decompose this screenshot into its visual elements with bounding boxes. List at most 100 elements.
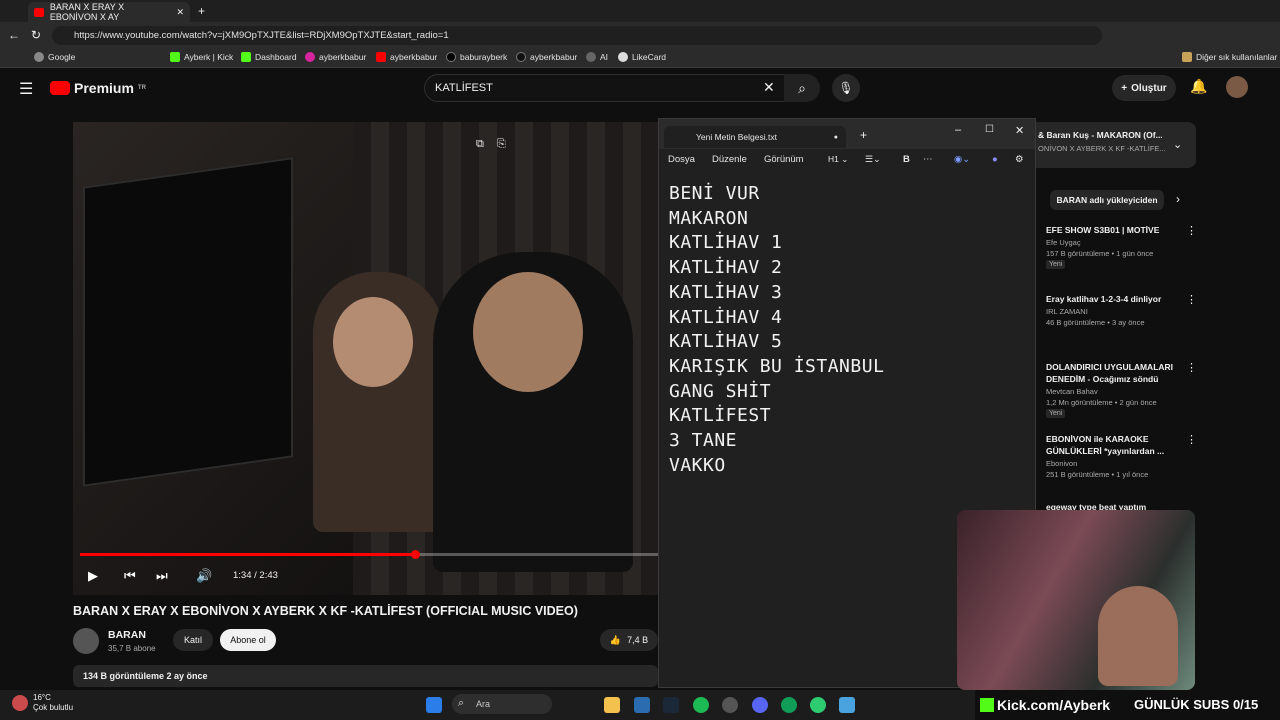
next-icon[interactable]: ⏭: [156, 568, 168, 584]
bookmark-item[interactable]: ayberkbabur: [305, 52, 366, 62]
profile-icon[interactable]: ●: [992, 154, 998, 165]
text-line: KARIŞIK BU İSTANBUL: [669, 355, 885, 377]
copilot-icon[interactable]: ◉⌄: [954, 154, 970, 165]
windows-start-icon[interactable]: [426, 697, 442, 713]
playlist-panel[interactable]: & Baran Kuş - MAKARON (Of... ONİVON X AY…: [1030, 122, 1196, 168]
text-line: KATLİFEST: [669, 405, 772, 427]
list-item[interactable]: EBONİVON ile KARAOKE GÜNLÜKLERİ *yayınla…: [1046, 433, 1196, 479]
bookmark-item[interactable]: Dashboard: [241, 52, 297, 62]
menu-icon[interactable]: ☰: [19, 79, 33, 99]
youtube-icon: [376, 52, 386, 62]
notepad-tab[interactable]: Yeni Metin Belgesi.txt ●: [664, 126, 846, 148]
heading-dropdown[interactable]: H1 ⌄: [828, 154, 848, 165]
google-icon: [34, 52, 44, 62]
taskbar-search[interactable]: Ara: [452, 694, 552, 714]
discord-icon[interactable]: [752, 697, 768, 713]
more-options-icon[interactable]: ⋮: [1186, 361, 1197, 374]
unsaved-dot-icon[interactable]: ●: [834, 134, 838, 141]
list-item[interactable]: DOLANDIRICI UYGULAMALARI DENEDİM - Ocağı…: [1046, 361, 1196, 418]
play-icon[interactable]: ▶: [88, 568, 98, 584]
notepad-taskbar-icon[interactable]: [839, 697, 855, 713]
menu-file[interactable]: Dosya: [668, 154, 695, 165]
bold-button[interactable]: B: [903, 154, 910, 165]
share-icon[interactable]: ⎘: [497, 138, 506, 151]
join-button[interactable]: Katıl: [173, 629, 213, 651]
rec-channel: Ebonivon: [1046, 459, 1078, 468]
text-line: KATLİHAV 2: [669, 257, 783, 279]
clear-search-icon[interactable]: ✕: [763, 79, 775, 96]
rec-meta: 251 B görüntüleme • 1 yıl önce: [1046, 470, 1149, 479]
subs-goal-overlay: GÜNLÜK SUBS 0/15: [1134, 697, 1259, 712]
miniplayer-icon[interactable]: ⧉: [476, 138, 484, 151]
more-options-icon[interactable]: ⋮: [1186, 293, 1197, 306]
settings-icon[interactable]: [722, 697, 738, 713]
other-bookmarks[interactable]: Diğer sık kullanılanlar: [1182, 52, 1277, 62]
close-icon[interactable]: ✕: [1015, 124, 1024, 137]
text-line: KATLİHAV 4: [669, 306, 783, 328]
more-icon[interactable]: ⋯: [923, 154, 933, 165]
rec-channel: IRL ZAMANI: [1046, 307, 1088, 316]
more-options-icon[interactable]: ⋮: [1186, 224, 1197, 237]
subscribe-button[interactable]: Abone ol: [220, 629, 276, 651]
bookmark-item[interactable]: ayberkbabur: [516, 52, 577, 62]
new-badge: Yeni: [1046, 409, 1066, 418]
close-tab-icon[interactable]: ✕: [176, 7, 184, 18]
list-item[interactable]: EFE SHOW S3B01 | MOTİVE Efe Uygaç 157 B …: [1046, 224, 1196, 269]
minimize-icon[interactable]: –: [955, 124, 961, 136]
create-button[interactable]: + Oluştur: [1112, 75, 1176, 101]
chevron-right-icon[interactable]: ›: [1176, 192, 1180, 206]
file-explorer-icon[interactable]: [604, 697, 620, 713]
list-item[interactable]: Eray katlihav 1-2-3-4 dinliyor IRL ZAMAN…: [1046, 293, 1196, 327]
menu-view[interactable]: Görünüm: [764, 154, 804, 165]
bookmark-item[interactable]: LikeCard: [618, 52, 666, 62]
youtube-logo[interactable]: Premium TR: [50, 80, 146, 96]
bookmark-item[interactable]: Google: [34, 52, 75, 62]
chevron-down-icon[interactable]: ⌄: [1173, 138, 1182, 151]
bookmark-item[interactable]: baburayberk: [446, 52, 507, 62]
new-tab-icon[interactable]: +: [198, 4, 205, 18]
browser-tab-title: BARAN X ERAY X EBONİVON X AY: [49, 2, 125, 22]
search-button[interactable]: ⌕: [784, 74, 820, 102]
description-box[interactable]: 134 B görüntüleme 2 ay önce: [73, 665, 658, 687]
avatar[interactable]: [1226, 76, 1248, 98]
photos-icon[interactable]: [634, 697, 650, 713]
steam-icon[interactable]: [663, 697, 679, 713]
kick-handle: Kick.com/Ayberk: [997, 697, 1111, 713]
filter-chip[interactable]: BARAN adlı yükleyiciden: [1050, 190, 1164, 210]
xbox-icon[interactable]: [810, 697, 826, 713]
channel-subscribers: 35,7 B abone: [108, 644, 156, 653]
volume-icon[interactable]: 🔊: [196, 568, 212, 584]
taskbar-search-label: Ara: [476, 699, 491, 709]
video-title: BARAN X ERAY X EBONİVON X AYBERK X KF -K…: [73, 604, 578, 618]
video-player[interactable]: [73, 122, 658, 595]
bookmark-item[interactable]: AI: [586, 52, 608, 62]
bell-icon[interactable]: 🔔: [1190, 78, 1207, 95]
like-button[interactable]: 👍 7,4 B: [600, 629, 658, 651]
video-frame-face: [333, 297, 413, 387]
spotify-icon[interactable]: [693, 697, 709, 713]
playlist-subtitle: ONİVON X AYBERK X KF -KATLİFE...: [1038, 144, 1166, 153]
folder-icon: [1182, 52, 1192, 62]
edge-icon[interactable]: [781, 697, 797, 713]
browser-tab[interactable]: BARAN X ERAY X EBONİVON X AY ✕: [28, 2, 190, 22]
voice-search-button[interactable]: 🎙: [832, 74, 860, 102]
channel-avatar[interactable]: [73, 628, 99, 654]
bookmark-item[interactable]: Ayberk | Kick: [170, 52, 233, 62]
more-options-icon[interactable]: ⋮: [1186, 433, 1197, 446]
x-icon: [446, 52, 456, 62]
back-icon[interactable]: ←: [8, 28, 20, 42]
kick-overlay: Kick.com/Ayberk: [980, 697, 1110, 713]
channel-name[interactable]: BARAN: [108, 629, 146, 641]
settings-gear-icon[interactable]: ⚙: [1015, 154, 1024, 165]
notepad-text-area[interactable]: BENİ VUR MAKARON KATLİHAV 1 KATLİHAV 2 K…: [669, 182, 884, 478]
new-tab-icon[interactable]: +: [860, 128, 867, 142]
weather-widget[interactable]: 16°C Çok bulutlu: [33, 693, 73, 713]
menu-edit[interactable]: Düzenle: [712, 154, 747, 165]
previous-icon[interactable]: ⏮: [124, 568, 136, 584]
maximize-icon[interactable]: ☐: [985, 124, 994, 135]
bookmark-item[interactable]: ayberkbabur: [376, 52, 437, 62]
list-dropdown-icon[interactable]: ☰⌄: [865, 154, 881, 165]
search-input[interactable]: KATLİFEST: [424, 74, 792, 102]
reload-icon[interactable]: ↻: [31, 28, 41, 42]
url-field[interactable]: https://www.youtube.com/watch?v=jXM9OpTX…: [52, 26, 1102, 45]
